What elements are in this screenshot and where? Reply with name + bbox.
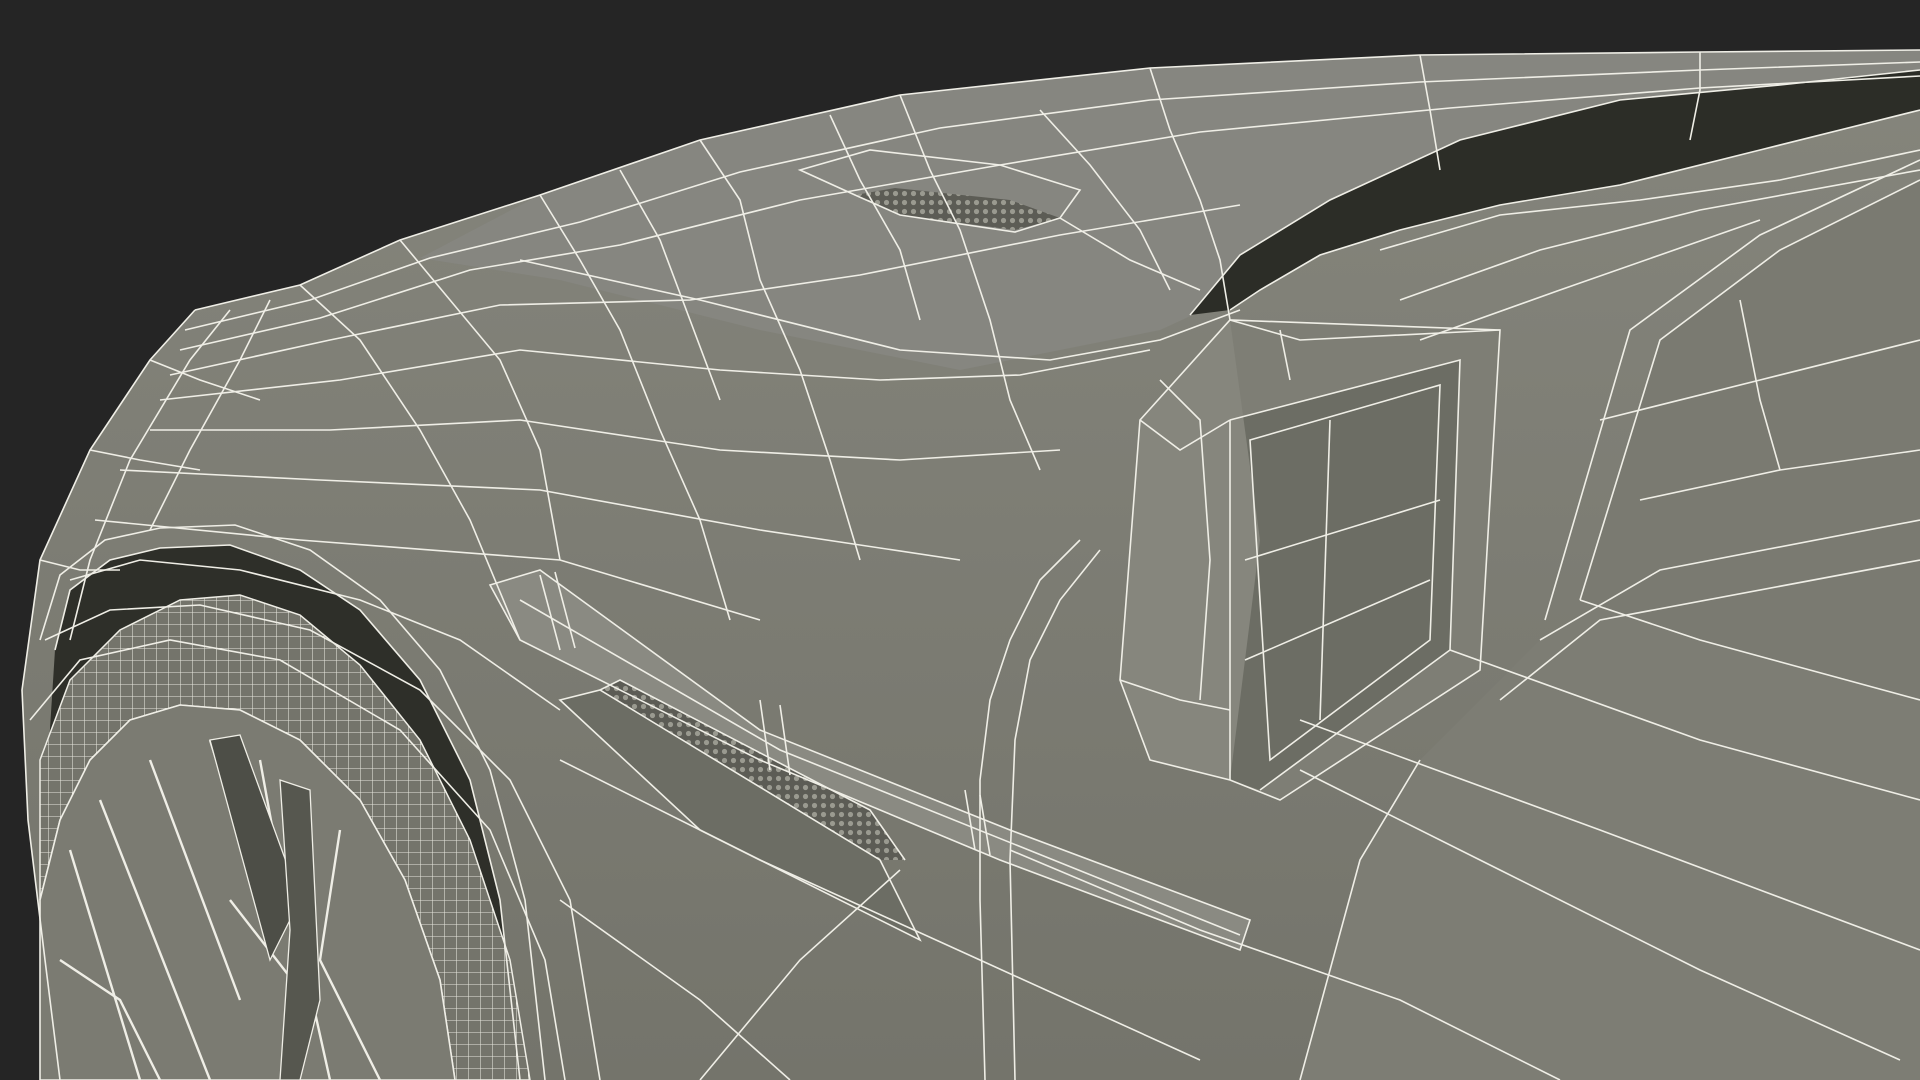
- viewport-render: [0, 0, 1920, 1080]
